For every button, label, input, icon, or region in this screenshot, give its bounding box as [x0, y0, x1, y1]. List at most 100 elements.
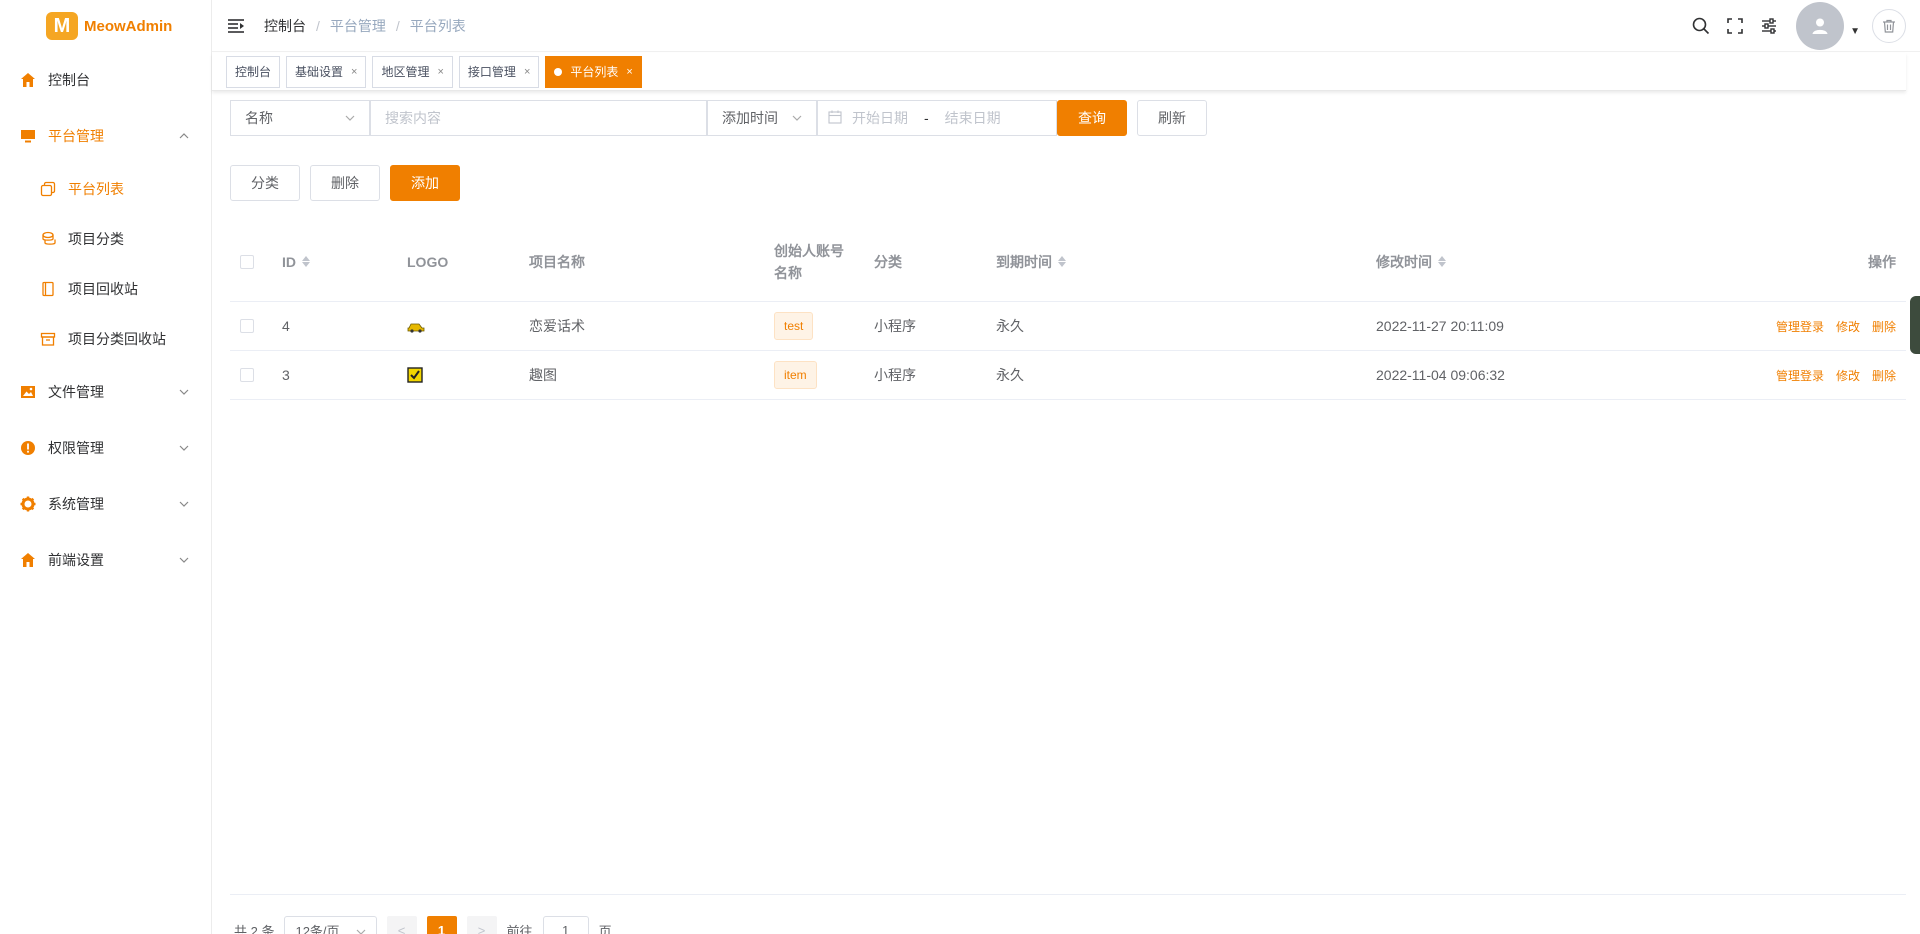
app-name: MeowAdmin — [84, 17, 173, 35]
edit-link[interactable]: 修改 — [1836, 367, 1860, 384]
cell-id: 4 — [282, 318, 290, 334]
row-checkbox[interactable] — [240, 319, 254, 333]
next-page-button[interactable]: > — [466, 916, 497, 934]
admin-login-link[interactable]: 管理登录 — [1776, 367, 1824, 384]
tag-region-management[interactable]: 地区管理 × — [372, 55, 453, 88]
cell-creator: test — [762, 312, 862, 340]
avatar[interactable] — [1796, 2, 1845, 50]
sidebar-subitem-project-category[interactable]: 项目分类 — [0, 214, 211, 264]
sort-icon[interactable] — [1058, 256, 1066, 267]
prev-page-button[interactable]: < — [386, 916, 417, 934]
sidebar-subitem-project-recycle[interactable]: 项目回收站 — [0, 264, 211, 314]
header-label: 到期时间 — [996, 253, 1052, 270]
logo-mark-icon: M — [46, 12, 78, 40]
page-size-select[interactable]: 12条/页 — [284, 916, 377, 934]
creator-badge: item — [774, 361, 817, 389]
side-drawer-handle[interactable] — [1910, 296, 1920, 354]
search-icon[interactable] — [1684, 9, 1718, 43]
menu-fold-icon[interactable] — [226, 16, 246, 36]
search-input[interactable]: 搜索内容 — [370, 100, 707, 136]
tag-dashboard[interactable]: 控制台 — [226, 55, 281, 88]
chevron-down-icon — [345, 113, 355, 124]
pagination-total: 共 2 条 — [234, 923, 275, 934]
close-icon[interactable]: × — [351, 66, 357, 78]
goto-page-input[interactable]: 1 — [542, 916, 589, 934]
select-all-checkbox[interactable] — [240, 254, 254, 269]
delete-link[interactable]: 删除 — [1872, 367, 1896, 384]
header-label: 创始人账号 — [774, 242, 844, 259]
sidebar-item-label: 项目分类回收站 — [68, 331, 166, 347]
cell-ops: 管理登录 修改 删除 — [1704, 367, 1906, 384]
chevron-down-icon — [179, 442, 189, 454]
pagination-divider — [230, 894, 1906, 895]
tags-view: 控制台 基础设置 × 地区管理 × 接口管理 × 平台列表 × — [212, 53, 1906, 91]
calendar-icon — [828, 110, 842, 127]
fullscreen-icon[interactable] — [1718, 9, 1752, 43]
app-logo[interactable]: M MeowAdmin — [0, 0, 211, 52]
notebook-icon — [40, 281, 56, 297]
chevron-down-icon — [179, 386, 189, 398]
date-range-picker[interactable]: 开始日期 - 结束日期 — [817, 100, 1057, 136]
cell-logo — [395, 319, 517, 333]
add-button[interactable]: 添加 — [390, 165, 460, 201]
header-label: 操作 — [1868, 253, 1896, 270]
time-field-select[interactable]: 添加时间 — [707, 100, 817, 136]
delete-button[interactable]: 删除 — [310, 165, 380, 201]
header-label: ID — [282, 253, 296, 270]
header-label: 分类 — [874, 253, 902, 270]
page-number-current[interactable]: 1 — [426, 916, 457, 934]
tag-basic-settings[interactable]: 基础设置 × — [286, 55, 367, 88]
start-date-placeholder[interactable]: 开始日期 — [852, 108, 908, 128]
archive-icon — [40, 331, 56, 347]
chevron-down-icon — [792, 113, 802, 124]
breadcrumb: 控制台 / 平台管理 / 平台列表 — [264, 16, 466, 36]
header-id[interactable]: ID — [270, 254, 395, 270]
query-button[interactable]: 查询 — [1057, 100, 1127, 136]
tag-label: 接口管理 — [467, 65, 516, 79]
checkbox-logo-icon — [407, 367, 423, 383]
select-value: 添加时间 — [722, 110, 778, 126]
refresh-button[interactable]: 刷新 — [1137, 100, 1207, 136]
sort-icon[interactable] — [302, 256, 310, 267]
sidebar-subitem-category-recycle[interactable]: 项目分类回收站 — [0, 314, 211, 364]
active-dot-icon — [554, 67, 563, 76]
action-toolbar: 分类 删除 添加 — [230, 165, 460, 201]
table-row: 4 恋爱话术 test 小程序 永久 2022-11-27 20:11:09 管… — [230, 302, 1906, 351]
search-field-select[interactable]: 名称 — [230, 100, 370, 136]
table-row: 3 趣图 item 小程序 永久 2022-11-04 09:06:32 管理登… — [230, 351, 1906, 400]
cell-modified: 2022-11-04 09:06:32 — [1376, 367, 1505, 383]
delete-link[interactable]: 删除 — [1872, 318, 1896, 335]
car-logo-icon — [407, 323, 425, 333]
date-separator: - — [924, 110, 929, 126]
category-button[interactable]: 分类 — [230, 165, 300, 201]
search-placeholder: 搜索内容 — [385, 110, 441, 126]
tag-platform-list[interactable]: 平台列表 × — [545, 55, 642, 88]
close-icon[interactable]: × — [626, 66, 632, 78]
row-checkbox[interactable] — [240, 368, 254, 382]
sidebar-item-platform[interactable]: 平台管理 — [0, 108, 211, 164]
sidebar-subitem-platform-list[interactable]: 平台列表 — [0, 164, 211, 214]
end-date-placeholder[interactable]: 结束日期 — [945, 108, 1001, 128]
sidebar-item-files[interactable]: 文件管理 — [0, 364, 211, 420]
sort-icon[interactable] — [1438, 256, 1446, 267]
cell-category: 小程序 — [874, 318, 916, 334]
cell-name: 恋爱话术 — [529, 318, 585, 334]
close-icon[interactable]: × — [437, 66, 443, 78]
tag-api-management[interactable]: 接口管理 × — [458, 55, 540, 88]
close-icon[interactable]: × — [524, 66, 530, 78]
settings-sliders-icon[interactable] — [1752, 9, 1786, 43]
caret-down-icon[interactable]: ▼ — [1850, 26, 1860, 37]
header-label: 修改时间 — [1376, 253, 1432, 270]
cell-ops: 管理登录 修改 删除 — [1704, 318, 1906, 335]
admin-login-link[interactable]: 管理登录 — [1776, 318, 1824, 335]
sidebar-item-frontend[interactable]: 前端设置 — [0, 532, 211, 588]
header-expire[interactable]: 到期时间 — [984, 252, 1364, 272]
sidebar-item-dashboard[interactable]: 控制台 — [0, 52, 211, 108]
breadcrumb-item[interactable]: 控制台 — [264, 16, 306, 36]
edit-link[interactable]: 修改 — [1836, 318, 1860, 335]
trash-icon[interactable] — [1872, 9, 1906, 43]
goto-suffix: 页 — [598, 923, 612, 934]
sidebar-item-permissions[interactable]: 权限管理 — [0, 420, 211, 476]
sidebar-item-system[interactable]: 系统管理 — [0, 476, 211, 532]
header-modified[interactable]: 修改时间 — [1364, 252, 1704, 272]
